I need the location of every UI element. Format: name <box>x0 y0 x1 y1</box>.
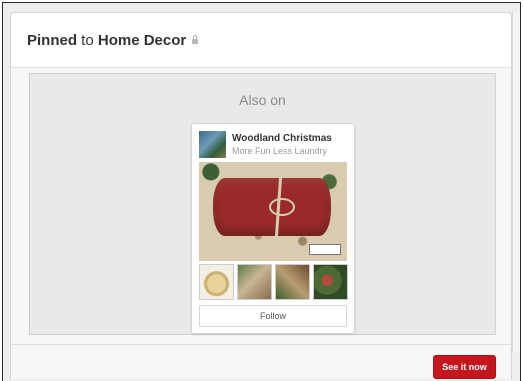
right-edge-strip <box>512 12 520 352</box>
follow-button[interactable]: Follow <box>199 305 347 327</box>
panel-header: Pinned to Home Decor <box>11 13 511 68</box>
lock-icon <box>192 35 199 44</box>
pin-thumbnail[interactable] <box>199 264 234 300</box>
footer-divider <box>10 344 512 345</box>
also-on-section: Also on Woodland Christmas More Fun Less… <box>29 73 496 335</box>
board-name[interactable]: Woodland Christmas <box>232 133 332 144</box>
page-title: Pinned to Home Decor <box>27 32 199 49</box>
title-connector: to <box>77 32 98 49</box>
pin-thumbnail[interactable] <box>237 264 272 300</box>
board-thumbnail[interactable] <box>199 131 226 158</box>
board-thumbnails <box>199 264 348 300</box>
board-card[interactable]: Woodland Christmas More Fun Less Laundry… <box>191 123 355 334</box>
board-cover-image[interactable] <box>199 162 347 261</box>
red-fabric-roll-image <box>213 178 331 236</box>
price-tag-image <box>309 244 341 255</box>
pin-thumbnail[interactable] <box>313 264 348 300</box>
also-on-label: Also on <box>239 92 286 108</box>
title-pinned: Pinned <box>27 32 78 49</box>
board-link[interactable]: Home Decor <box>98 32 186 49</box>
pin-thumbnail[interactable] <box>275 264 310 300</box>
pin-panel: Pinned to Home Decor Also on Woodland Ch… <box>10 12 512 379</box>
see-it-now-button[interactable]: See it now <box>433 355 496 379</box>
board-owner[interactable]: More Fun Less Laundry <box>232 146 327 156</box>
